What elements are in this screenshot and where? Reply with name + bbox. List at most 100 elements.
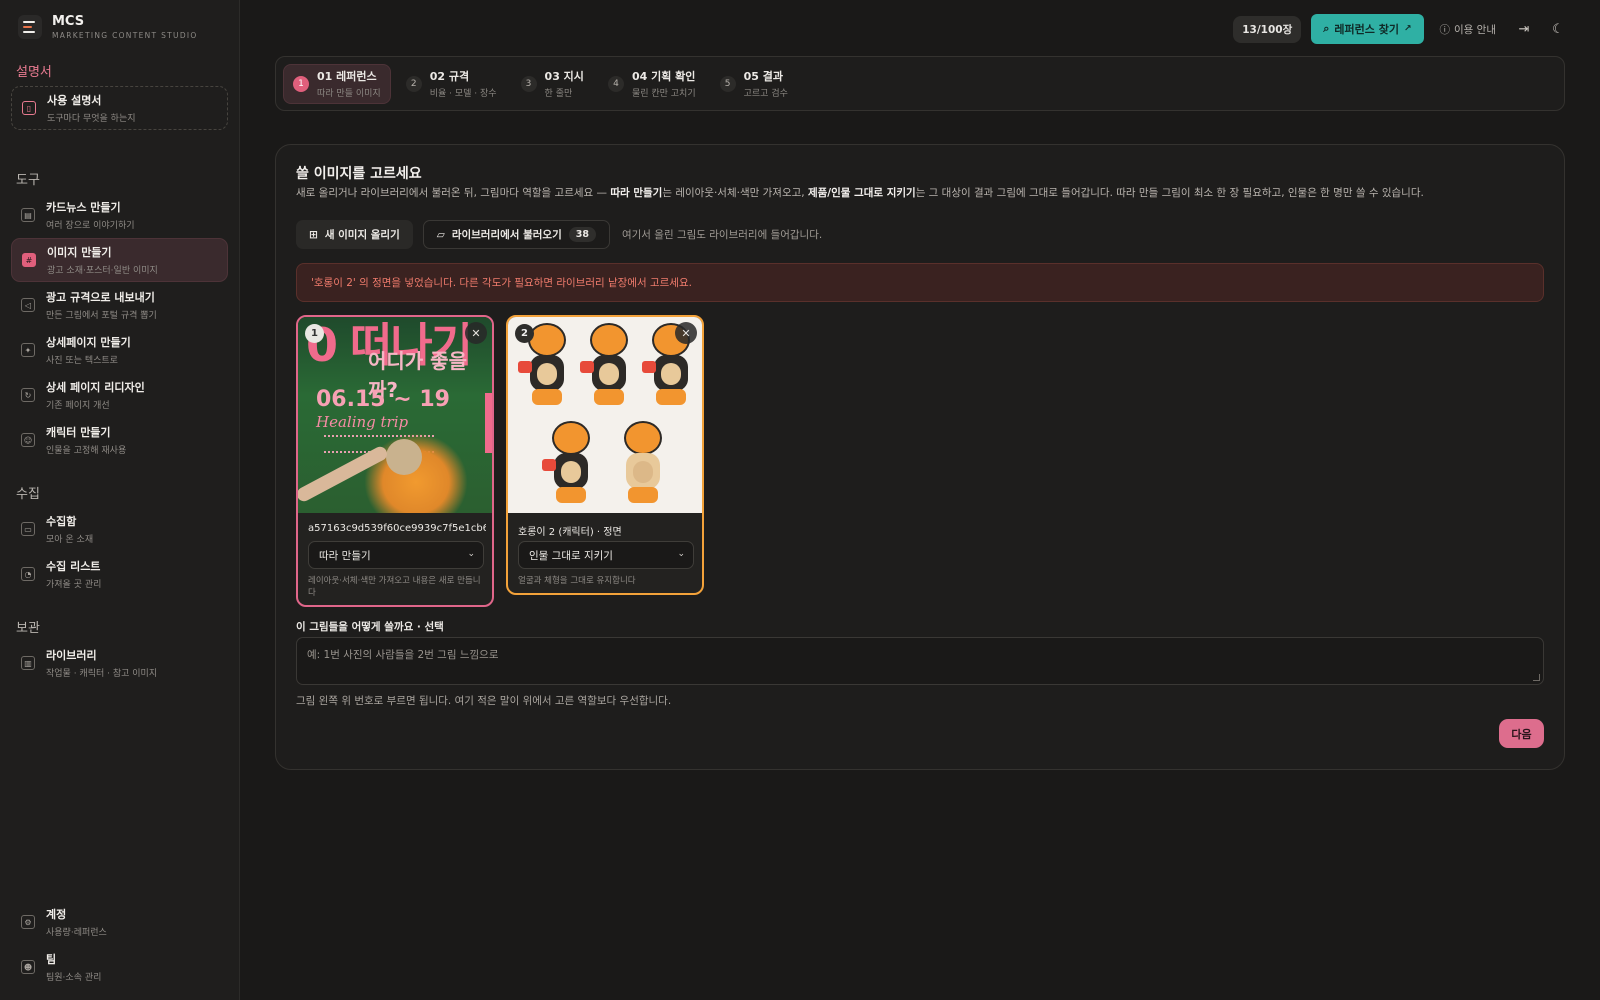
step-sub: 물린 칸만 고치기 (631, 89, 696, 99)
sidebar-item-sub: 기존 페이지 개선 (46, 401, 110, 411)
usage-hint: 그림 왼쪽 위 번호로 부르면 됩니다. 여기 적은 말이 위에서 고른 역할보… (296, 695, 672, 707)
step-sub: 고르고 검수 (743, 89, 788, 99)
sidebar-item-image[interactable]: # 이미지 만들기 광고 소재·포스터·일반 이미지 (11, 238, 228, 282)
sidebar-item-title: 사용 설명서 (47, 94, 102, 107)
sidebar-item-title: 이미지 만들기 (47, 246, 112, 259)
upload-note: 여기서 올린 그림도 라이브러리에 들어갑니다. (621, 229, 823, 241)
section-storage: 보관 (16, 621, 40, 636)
sidebar-item-cardnews[interactable]: ▤ 카드뉴스 만들기여러 장으로 이야기하기 (11, 193, 228, 237)
brand-subtitle: MARKETING CONTENT STUDIO (52, 31, 198, 40)
sidebar-item-title: 팀 (46, 953, 57, 966)
inbox-icon: ▭ (21, 522, 35, 536)
poster-script: Healing trip (316, 413, 409, 431)
step-sub: 한 줄만 (544, 89, 573, 99)
panel-title: 쓸 이미지를 고르세요 (296, 166, 422, 182)
step-spec[interactable]: 2 02 규격비율 · 모델 · 장수 (397, 64, 506, 104)
poster-strip (485, 393, 492, 453)
close-icon[interactable]: ✕ (465, 322, 487, 344)
card-name: a57163c9d539f60ce9939c7f5e1cb6d1 (308, 523, 486, 534)
step-result[interactable]: 5 05 결과 고르고 검수 (711, 64, 797, 104)
upload-label: 새 이미지 올리기 (324, 229, 400, 241)
sidebar-item-manual[interactable]: ▯ 사용 설명서 도구마다 무엇을 하는지 (11, 86, 228, 130)
image-plus-icon: ⊞ (309, 228, 318, 241)
topbar-actions: 13/100장 ⌕ 레퍼런스 찾기 ↗ ⓘ 이용 안내 ⇥ ☾ (1233, 14, 1570, 44)
sidebar-item-title: 라이브러리 (46, 649, 97, 662)
sidebar-item-account[interactable]: ⚙ 계정사용량·레퍼런스 (11, 900, 228, 944)
role-help: 레이아웃·서체·색만 가져오고 내용은 새로 만듭니다 (308, 576, 481, 598)
search-icon: ⌕ (1323, 22, 1330, 35)
sidebar-item-sub: 도구마다 무엇을 하는지 (47, 114, 136, 124)
refresh-icon: ↻ (21, 388, 35, 402)
sidebar-item-ad-export[interactable]: ◁ 광고 규격으로 내보내기 만든 그림에서 포털 규격 뽑기 (11, 283, 228, 327)
tiger-character-thumbnail (508, 317, 702, 513)
help-link[interactable]: ⓘ 이용 안내 (1434, 22, 1502, 37)
brand[interactable]: MCS MARKETING CONTENT STUDIO (18, 14, 198, 40)
panel-description: 새로 올리거나 라이브러리에서 불러온 뒤, 그림마다 역할을 고르세요 — 따… (296, 187, 1424, 199)
sidebar-item-sub: 여러 장으로 이야기하기 (46, 221, 135, 231)
tiger-figure (542, 421, 594, 505)
sidebar-item-sub: 인물을 고정해 재사용 (46, 446, 127, 456)
role-select[interactable]: 따라 만들기 ⌄ (308, 541, 484, 569)
chevron-down-icon: ⌄ (677, 549, 685, 559)
step-number: 3 (520, 75, 537, 92)
quota-badge: 13/100장 (1233, 15, 1302, 43)
resize-handle[interactable] (1533, 674, 1540, 681)
upload-image-button[interactable]: ⊞ 새 이미지 올리기 (296, 220, 413, 249)
sidebar-item-library[interactable]: ▥ 라이브러리작업물 · 캐릭터 · 참고 이미지 (11, 641, 228, 685)
step-sub: 비율 · 모델 · 장수 (429, 89, 497, 99)
layout-icon: ▤ (21, 208, 35, 222)
sidebar-item-collect-list[interactable]: ◔ 수집 리스트 가져올 곳 관리 (11, 552, 228, 596)
sparkle-icon: ✦ (21, 343, 35, 357)
reference-card[interactable]: 0 떠나기 어디가 좋을까? 06.15 ~ 19 Healing trip 1… (296, 315, 494, 607)
sidebar-item-redesign[interactable]: ↻ 상세 페이지 리디자인 기존 페이지 개선 (11, 373, 228, 417)
step-number: 2 (405, 75, 422, 92)
step-sub: 따라 만들 이미지 (317, 89, 381, 99)
character-card[interactable]: 2 ✕ 호롱이 2 (캐릭터) · 정면 인물 그대로 지키기 ⌄ 얼굴과 체형… (506, 315, 704, 595)
sidebar: MCS MARKETING CONTENT STUDIO 설명서 ▯ 사용 설명… (0, 0, 240, 1000)
sidebar-item-title: 캐릭터 만들기 (46, 426, 111, 439)
close-icon[interactable]: ✕ (675, 322, 697, 344)
tiger-figure (620, 421, 666, 505)
sidebar-item-title: 수집 리스트 (46, 560, 101, 573)
role-help: 얼굴과 체형을 그대로 유지합니다 (518, 576, 636, 586)
library-icon: ▥ (21, 656, 35, 670)
usage-placeholder: 예: 1번 사진의 사람들을 2번 그림 느낌으로 (307, 649, 499, 661)
rss-icon: ◔ (21, 567, 35, 581)
role-select[interactable]: 인물 그대로 지키기 ⌄ (518, 541, 694, 569)
reference-search-button[interactable]: ⌕ 레퍼런스 찾기 ↗ (1311, 14, 1424, 44)
moon-icon[interactable]: ☾ (1546, 17, 1570, 41)
step-number: 5 (719, 75, 736, 92)
sidebar-item-sub: 작업물 · 캐릭터 · 참고 이미지 (46, 669, 158, 679)
grid-icon: # (22, 253, 36, 267)
load-library-button[interactable]: ▱ 라이브러리에서 불러오기 38 (422, 220, 610, 249)
menu-logo-icon (18, 15, 42, 39)
sidebar-item-title: 수집함 (46, 515, 77, 528)
poster-thumbnail: 0 떠나기 어디가 좋을까? 06.15 ~ 19 Healing trip (298, 317, 492, 513)
sidebar-item-team[interactable]: ☻ 팀 팀원·소속 관리 (11, 945, 228, 989)
step-reference[interactable]: 1 01 레퍼런스 따라 만들 이미지 (283, 63, 391, 104)
step-plan-check[interactable]: 4 04 기획 확인 물린 칸만 고치기 (599, 64, 705, 104)
sidebar-item-inbox[interactable]: ▭ 수집함모아 온 소재 (11, 507, 228, 551)
card-name: 호롱이 2 (캐릭터) · 정면 (518, 527, 622, 538)
help-label: 이용 안내 (1454, 23, 1496, 36)
card-number-badge: 1 (305, 324, 324, 343)
sidebar-item-sub: 만든 그림에서 포털 규격 뽑기 (46, 311, 157, 321)
poster-date: 06.15 ~ 19 (316, 387, 450, 412)
reference-panel: 쓸 이미지를 고르세요 새로 올리거나 라이브러리에서 불러온 뒤, 그림마다 … (275, 144, 1565, 770)
logout-icon[interactable]: ⇥ (1512, 17, 1536, 41)
next-button[interactable]: 다음 (1499, 719, 1544, 748)
sidebar-item-sub: 모아 온 소재 (46, 535, 94, 545)
step-title: 02 규격 (429, 70, 470, 83)
gear-icon: ⚙ (21, 915, 35, 929)
usage-label: 이 그림들을 어떻게 쓸까요 · 선택 (296, 621, 444, 633)
sidebar-item-detail-page[interactable]: ✦ 상세페이지 만들기 사진 또는 텍스트로 (11, 328, 228, 372)
external-link-icon: ↗ (1403, 24, 1412, 34)
step-instruction[interactable]: 3 03 지시 한 줄만 (512, 64, 593, 104)
sidebar-item-character[interactable]: ☺ 캐릭터 만들기 인물을 고정해 재사용 (11, 418, 228, 462)
usage-textarea[interactable]: 예: 1번 사진의 사람들을 2번 그림 느낌으로 (296, 637, 1544, 685)
role-select-value: 인물 그대로 지키기 (529, 549, 613, 562)
section-tools: 도구 (16, 173, 40, 188)
sidebar-item-title: 계정 (46, 908, 67, 921)
sidebar-item-sub: 사용량·레퍼런스 (46, 928, 107, 938)
sidebar-item-title: 카드뉴스 만들기 (46, 201, 121, 214)
